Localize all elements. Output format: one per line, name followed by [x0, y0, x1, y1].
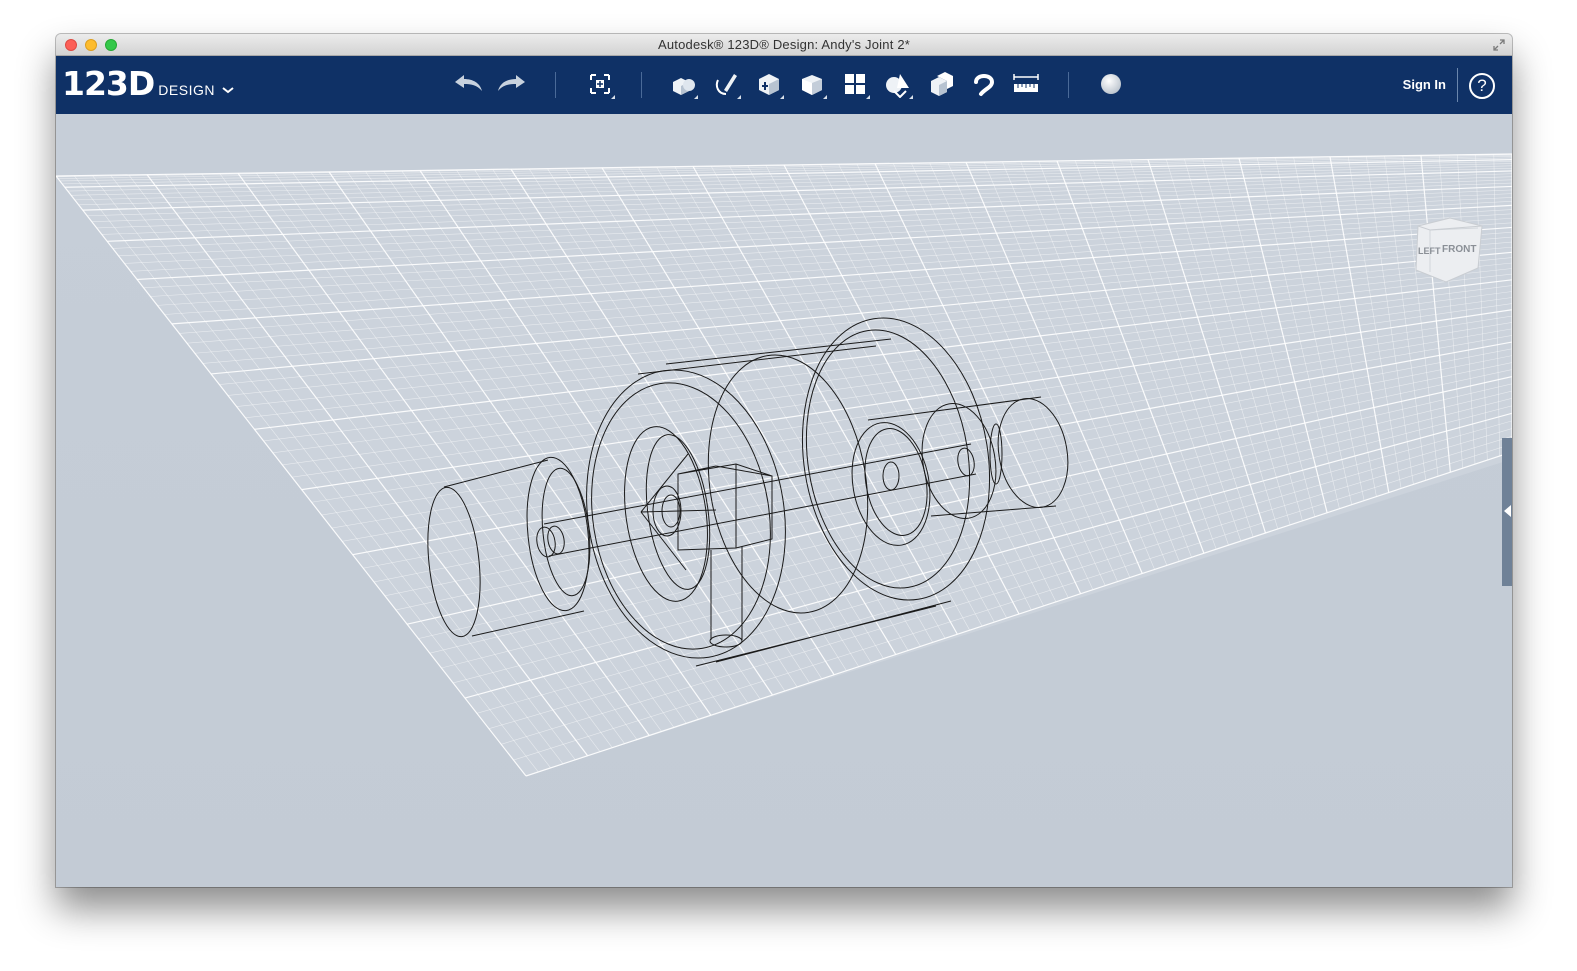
dropdown-corner-icon	[611, 95, 615, 99]
primitives-icon	[673, 78, 695, 95]
chevron-down-icon	[222, 87, 234, 94]
right-hub-inner	[864, 428, 928, 536]
app-window: Autodesk® 123D® Design: Andy's Joint 2* …	[56, 34, 1512, 887]
measure-button[interactable]	[1009, 68, 1043, 100]
center-block	[677, 463, 773, 551]
logo-word: DESIGN	[158, 82, 215, 98]
modify-button[interactable]	[795, 68, 829, 100]
toolbar-separator	[1457, 68, 1458, 102]
pattern-icon	[845, 74, 865, 94]
main-toolbar: 123D DESIGN Sign In ?	[56, 56, 1512, 114]
dropdown-corner-icon	[866, 95, 870, 99]
help-icon[interactable]: ?	[1469, 73, 1495, 99]
modify-icon	[802, 75, 822, 95]
shaft-bottom	[548, 473, 977, 557]
logo-number: 123D	[62, 64, 155, 103]
expand-arrow-icon	[1504, 505, 1511, 517]
drum-bottom-edges	[695, 600, 952, 667]
left-hub-face	[624, 426, 708, 602]
drum-right-rim	[801, 317, 991, 601]
window-title: Autodesk® 123D® Design: Andy's Joint 2*	[657, 37, 911, 52]
toolbar-separator	[641, 72, 642, 98]
view-cube-front-label: FRONT	[1442, 244, 1477, 255]
dropdown-corner-icon	[823, 95, 827, 99]
left-cylinder-end	[427, 486, 481, 638]
app-menu-button[interactable]: 123D DESIGN	[62, 64, 235, 103]
construct-icon	[759, 74, 779, 95]
redo-arrow-icon	[498, 75, 525, 91]
sign-in-link[interactable]: Sign In	[1403, 77, 1446, 92]
left-cylinder-edges	[443, 459, 585, 637]
undo-arrow-icon	[455, 75, 482, 91]
right-cylinder-end	[997, 398, 1069, 508]
shaft-top	[543, 443, 972, 525]
measure-icon	[1013, 74, 1039, 92]
toolbar-separator	[555, 72, 556, 98]
grouping-icon	[886, 74, 909, 98]
construct-button[interactable]	[752, 68, 786, 100]
dropdown-corner-icon	[694, 95, 698, 99]
snap-button[interactable]	[967, 68, 1001, 100]
combine-button[interactable]	[924, 68, 958, 100]
right-cylinder-edges	[867, 396, 1057, 517]
primitives-button[interactable]	[666, 68, 700, 100]
material-button[interactable]	[1094, 68, 1128, 100]
left-cylinder-face	[526, 456, 590, 612]
title-bar[interactable]: Autodesk® 123D® Design: Andy's Joint 2*	[56, 34, 1512, 56]
sketch-icon	[715, 74, 737, 95]
sketch-button[interactable]	[709, 68, 743, 100]
transform-button[interactable]	[583, 68, 617, 100]
shaft-right-end	[957, 447, 975, 477]
view-cube[interactable]: LEFT FRONT	[1412, 216, 1486, 286]
fullscreen-icon[interactable]	[1492, 38, 1506, 52]
dropdown-corner-icon	[737, 95, 741, 99]
combine-icon	[931, 72, 953, 96]
grouping-button[interactable]	[881, 68, 915, 100]
right-cylinder-face	[921, 403, 997, 519]
snap-icon	[974, 74, 995, 96]
dropdown-corner-icon	[909, 95, 913, 99]
undo-button[interactable]	[451, 68, 485, 100]
redo-button[interactable]	[495, 68, 529, 100]
toolbar-separator	[1068, 72, 1069, 98]
transform-icon	[590, 74, 610, 94]
material-sphere-icon	[1101, 74, 1121, 94]
right-collar	[882, 461, 900, 491]
wireframe-model[interactable]	[56, 114, 1512, 887]
3d-viewport[interactable]: LEFT FRONT	[56, 114, 1512, 887]
view-cube-left-label: LEFT	[1418, 246, 1441, 256]
center-post-end	[709, 634, 743, 648]
pattern-button[interactable]	[838, 68, 872, 100]
dropdown-corner-icon	[780, 95, 784, 99]
center-post	[710, 546, 743, 640]
